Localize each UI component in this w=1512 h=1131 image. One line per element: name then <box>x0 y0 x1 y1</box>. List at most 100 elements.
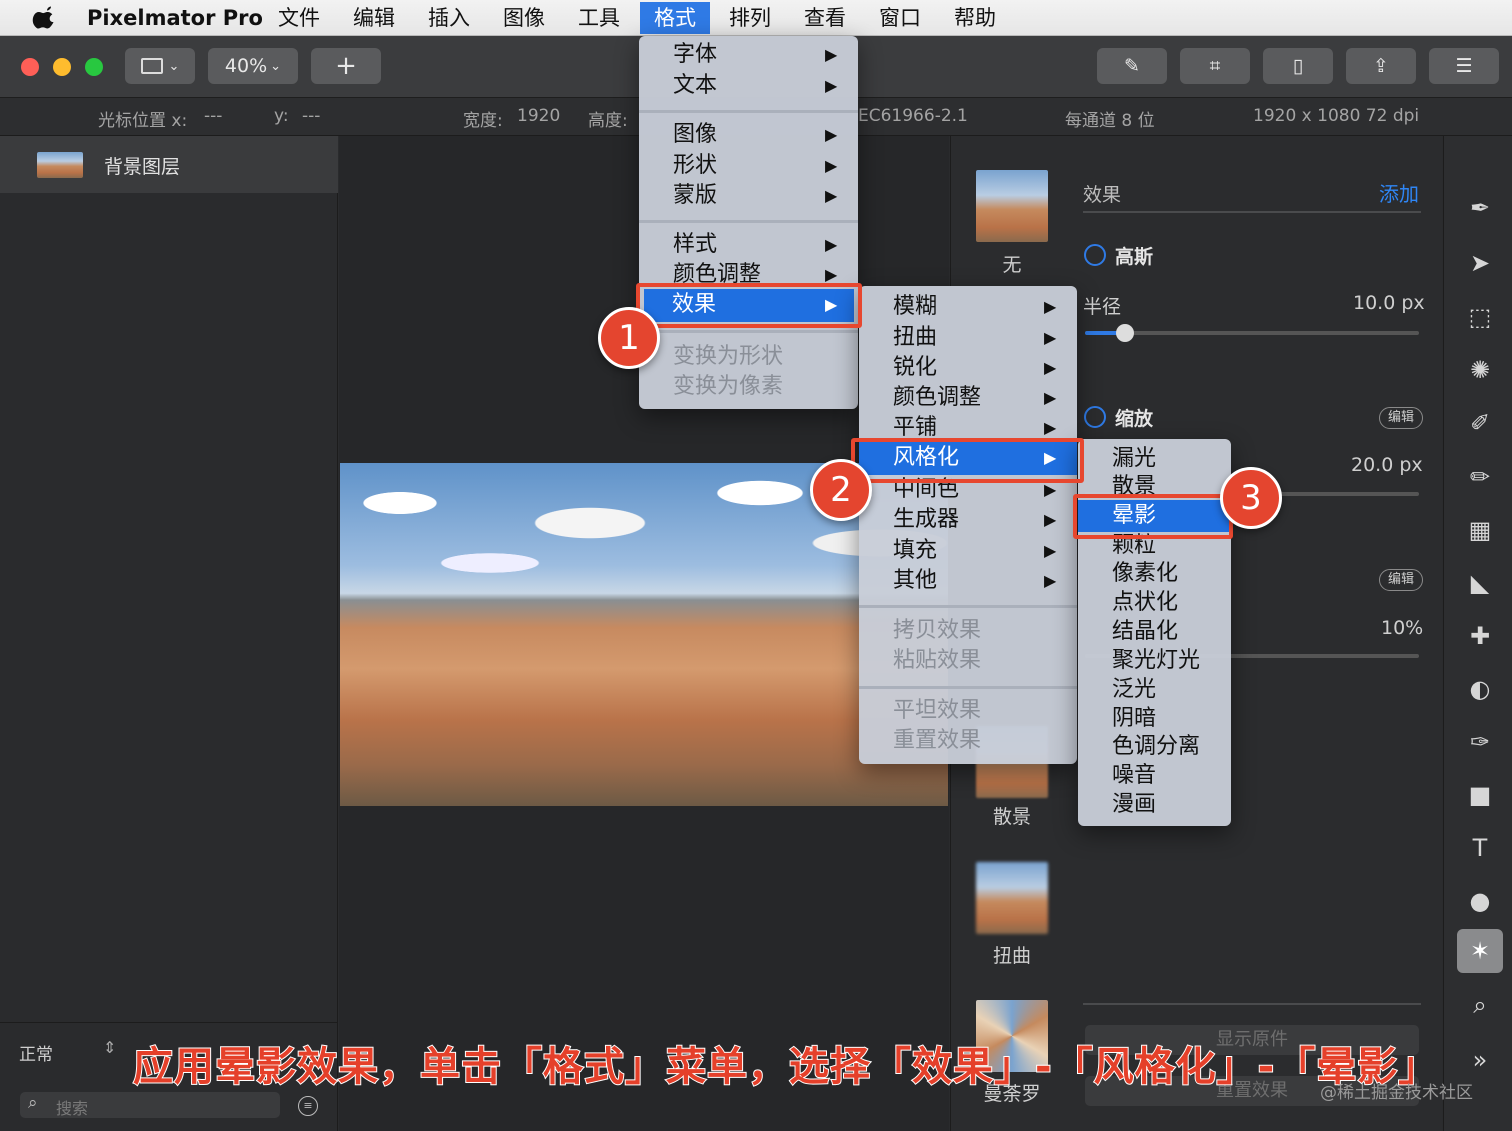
menu-item-generator[interactable]: 生成器 <box>893 505 959 535</box>
zoom-dropdown[interactable]: 40% ⌄ <box>208 48 298 84</box>
zoom-value: 40% <box>224 55 268 77</box>
color-picker-icon[interactable]: ✐ <box>1464 407 1496 439</box>
menu-item-fill[interactable]: 填充 <box>893 536 937 566</box>
menu-item-other[interactable]: 其他 <box>893 566 937 596</box>
close-window-button[interactable] <box>21 58 39 76</box>
menu-item-light-leak[interactable]: 漏光 <box>1112 444 1156 474</box>
shape-tool-icon[interactable]: ■ <box>1464 779 1496 811</box>
menu-format[interactable]: 格式 <box>640 2 710 34</box>
menu-item-style[interactable]: 样式 <box>673 230 717 260</box>
blend-mode-arrows-icon: ⇕ <box>103 1038 117 1057</box>
image-dimensions: 1920 x 1080 72 dpi <box>1253 106 1420 126</box>
menu-item-blur[interactable]: 模糊 <box>893 292 937 322</box>
menu-tools[interactable]: 工具 <box>568 4 630 32</box>
submenu-arrow-icon: ▶ <box>825 235 838 254</box>
style-tool-icon[interactable]: ✒ <box>1464 192 1496 224</box>
menu-app-name[interactable]: Pixelmator Pro <box>77 4 273 32</box>
effects-tool-icon: ✶ <box>1469 937 1491 965</box>
submenu-arrow-icon: ▶ <box>1044 388 1057 407</box>
divider <box>1083 1003 1421 1005</box>
cursor-x-label: 光标位置 x: <box>98 111 188 131</box>
menu-window[interactable]: 窗口 <box>869 4 931 32</box>
menu-file[interactable]: 文件 <box>268 4 330 32</box>
add-button[interactable]: + <box>311 48 381 84</box>
menu-item-crystallize[interactable]: 结晶化 <box>1112 617 1178 647</box>
menu-item-color-adjust[interactable]: 颜色调整 <box>893 383 981 413</box>
document-button[interactable]: ▯ <box>1263 48 1333 84</box>
effects-tool-button[interactable]: ✶ <box>1457 929 1503 973</box>
layer-search-input[interactable]: ⌕ 搜索 <box>20 1092 280 1118</box>
type-tool-icon[interactable]: T <box>1464 832 1496 864</box>
sidebar-toggle-button[interactable]: ⌄ <box>125 48 195 84</box>
layer-thumbnail <box>37 152 83 178</box>
submenu-arrow-icon: ▶ <box>1044 328 1057 347</box>
zoom-tool-icon[interactable]: ⌕ <box>1464 989 1496 1021</box>
divider <box>0 1022 338 1023</box>
menu-insert[interactable]: 插入 <box>418 4 480 32</box>
arrange-tool-icon[interactable]: ➤ <box>1464 247 1496 279</box>
crop-button[interactable]: ⌗ <box>1180 48 1250 84</box>
lasso-tool-icon[interactable]: ✺ <box>1464 354 1496 386</box>
watermark: @稀土掘金技术社区 <box>1320 1083 1473 1103</box>
height-label: 高度: <box>588 111 628 131</box>
share-button[interactable]: ⇪ <box>1346 48 1416 84</box>
effect-thumb-label: 散景 <box>992 806 1031 828</box>
menu-image[interactable]: 图像 <box>493 4 555 32</box>
menu-help[interactable]: 帮助 <box>944 4 1006 32</box>
effect-thumb-distort[interactable] <box>976 862 1048 934</box>
eraser-tool-icon[interactable]: ◣ <box>1464 567 1496 599</box>
select-tool-icon[interactable]: ⬚ <box>1464 301 1496 333</box>
effect1-name[interactable]: 高斯 <box>1115 242 1153 269</box>
minimize-window-button[interactable] <box>53 58 71 76</box>
menu-item-pixelate[interactable]: 像素化 <box>1112 559 1178 589</box>
color-adjust-tool-icon[interactable]: ● <box>1464 885 1496 917</box>
menu-item-sharpen[interactable]: 锐化 <box>893 353 937 383</box>
layers-panel: 背景图层 正常 ⇕ ⌕ 搜索 ≡ <box>0 136 338 1131</box>
menu-arrange[interactable]: 排列 <box>719 4 781 32</box>
effect-toggle[interactable] <box>1084 406 1106 428</box>
gradient-tool-icon[interactable]: ▦ <box>1464 514 1496 546</box>
more-tools-icon[interactable]: » <box>1464 1044 1496 1076</box>
menu-item-mask[interactable]: 蒙版 <box>673 181 717 211</box>
effect-thumb-none[interactable] <box>976 170 1048 242</box>
menu-item-distort[interactable]: 扭曲 <box>893 323 937 353</box>
menu-item-shape[interactable]: 形状 <box>673 151 717 181</box>
filter-icon[interactable]: ≡ <box>298 1096 318 1116</box>
menu-item-gloom[interactable]: 阴暗 <box>1112 704 1156 734</box>
effect-toggle[interactable] <box>1084 244 1106 266</box>
menu-item-comic[interactable]: 漫画 <box>1112 790 1156 820</box>
add-effect-button[interactable]: 添加 <box>1379 178 1419 207</box>
menu-item-posterize[interactable]: 色调分离 <box>1112 732 1200 762</box>
menu-separator <box>639 220 858 223</box>
pen-tool-icon[interactable]: ✑ <box>1464 726 1496 758</box>
radius-slider[interactable] <box>1085 331 1419 335</box>
menu-item-noise[interactable]: 噪音 <box>1112 761 1156 791</box>
brush-tool-icon[interactable]: ✏ <box>1464 461 1496 493</box>
menu-item-reset-effects: 重置效果 <box>893 728 982 753</box>
edit-button[interactable]: 编辑 <box>1379 569 1424 591</box>
apple-icon[interactable] <box>32 5 54 29</box>
repair-tool-icon[interactable]: ✚ <box>1464 620 1496 652</box>
menu-item-spotlight[interactable]: 聚光灯光 <box>1112 646 1200 676</box>
menu-item-convert-pixels: 变换为像素 <box>673 374 784 399</box>
layer-row[interactable]: 背景图层 <box>0 136 338 193</box>
menu-item-font[interactable]: 字体 <box>673 40 717 70</box>
menu-item-pointillize[interactable]: 点状化 <box>1112 588 1178 618</box>
effect-thumb-label: 无 <box>1002 254 1022 276</box>
highlight-box <box>1073 494 1233 539</box>
menu-view[interactable]: 查看 <box>794 4 856 32</box>
clone-tool-icon[interactable]: ◐ <box>1464 673 1496 705</box>
width-value: 1920 <box>517 106 561 126</box>
menu-item-bloom[interactable]: 泛光 <box>1112 675 1156 705</box>
menu-item-image[interactable]: 图像 <box>673 120 717 150</box>
paint-tool-button[interactable]: ✎ <box>1097 48 1167 84</box>
menu-edit[interactable]: 编辑 <box>343 4 405 32</box>
effect2-name[interactable]: 缩放 <box>1115 404 1153 431</box>
highlight-box <box>851 438 1084 483</box>
zoom-window-button[interactable] <box>85 58 103 76</box>
blend-mode-select[interactable]: 正常 <box>19 1040 53 1065</box>
adjust-button[interactable]: ☰ <box>1429 48 1499 84</box>
edit-button[interactable]: 编辑 <box>1379 407 1424 429</box>
radius-slider-knob[interactable] <box>1116 324 1135 342</box>
menu-item-text[interactable]: 文本 <box>673 71 717 101</box>
